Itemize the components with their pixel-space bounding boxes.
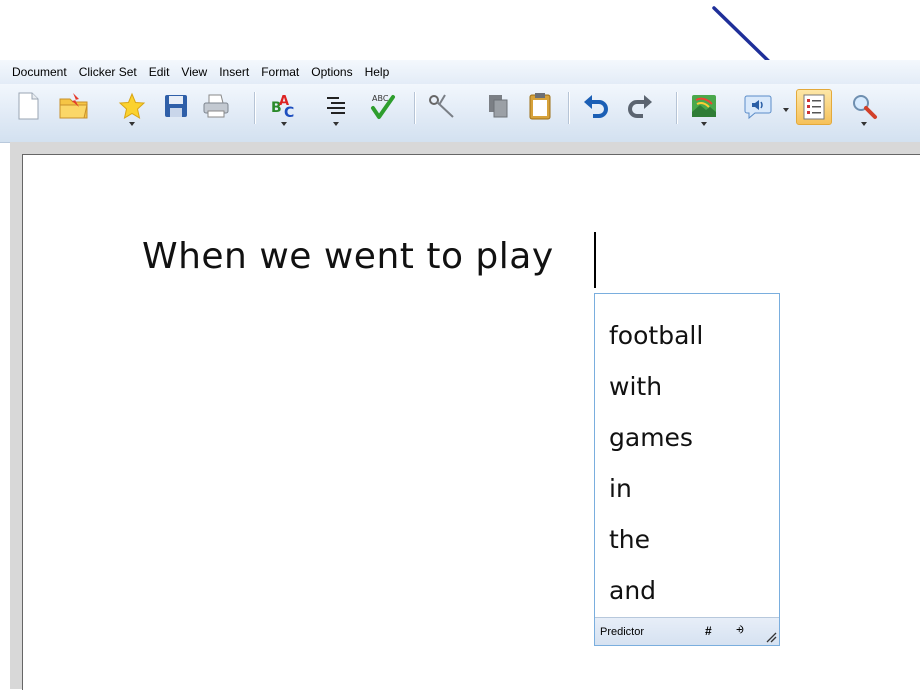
line-spacing-icon (327, 97, 345, 114)
predictor-word-list: football with games in the and (609, 310, 703, 616)
print-button[interactable] (200, 90, 232, 122)
paste-button[interactable] (524, 90, 556, 122)
document-text[interactable]: When we went to play (142, 236, 554, 277)
insert-picture-icon (692, 95, 716, 117)
predictor-word[interactable]: with (609, 361, 703, 412)
predictor-toggle-button[interactable] (796, 89, 832, 125)
svg-text:C: C (284, 105, 294, 121)
spell-check-icon: ABC (371, 94, 395, 119)
speech-dropdown-icon[interactable] (783, 108, 789, 112)
favourites-dropdown-icon[interactable] (129, 122, 135, 126)
speech-button[interactable] (742, 90, 774, 122)
undo-icon (584, 95, 608, 118)
new-document-button[interactable] (12, 90, 44, 122)
favourites-button[interactable] (116, 90, 148, 126)
predictor-word[interactable]: football (609, 310, 703, 361)
copy-icon (489, 95, 508, 118)
predictor-window: football with games in the and Predictor… (594, 293, 780, 646)
line-spacing-button[interactable] (320, 90, 352, 126)
open-button[interactable] (58, 90, 90, 122)
document-page[interactable] (22, 154, 920, 690)
save-button[interactable] (160, 90, 192, 122)
font-style-icon: B A C (271, 94, 294, 121)
menu-insert[interactable]: Insert (213, 65, 255, 79)
predictor-title: Predictor (600, 626, 645, 638)
predictor-toggle-icon (803, 94, 825, 120)
predictor-collapse-button[interactable]: ⨮ (736, 624, 744, 637)
menu-bar: Document Clicker Set Edit View Insert Fo… (0, 60, 920, 84)
open-folder-icon (59, 93, 88, 119)
speech-icon (744, 95, 772, 120)
resize-grip-icon[interactable] (765, 631, 777, 643)
print-icon (203, 94, 229, 118)
cut-button[interactable] (426, 90, 458, 122)
favourites-star-icon (118, 92, 146, 120)
predictor-word[interactable]: games (609, 412, 703, 463)
zoom-icon (853, 95, 877, 119)
predictor-word[interactable]: the (609, 514, 703, 565)
zoom-button[interactable] (848, 90, 880, 126)
cut-icon (429, 94, 454, 118)
save-icon (165, 95, 187, 117)
predictor-numbers-button[interactable]: # (705, 624, 712, 638)
menu-help[interactable]: Help (359, 65, 396, 79)
menu-edit[interactable]: Edit (143, 65, 176, 79)
insert-picture-button[interactable] (688, 90, 720, 126)
copy-button[interactable] (482, 90, 514, 122)
text-caret (594, 232, 596, 288)
menu-format[interactable]: Format (255, 65, 305, 79)
menu-view[interactable]: View (175, 65, 213, 79)
font-style-button[interactable]: B A C (268, 90, 300, 126)
paste-icon (529, 93, 551, 120)
redo-button[interactable] (624, 90, 656, 122)
spell-check-button[interactable]: ABC (366, 90, 398, 122)
redo-icon (628, 95, 652, 118)
predictor-word[interactable]: and (609, 565, 703, 616)
predictor-footer: Predictor # ⨮ (595, 617, 779, 645)
menu-clicker-set[interactable]: Clicker Set (73, 65, 143, 79)
font-style-dropdown-icon[interactable] (281, 122, 287, 126)
menu-document[interactable]: Document (0, 65, 73, 79)
undo-button[interactable] (580, 90, 612, 122)
menu-options[interactable]: Options (305, 65, 358, 79)
toolbar: B A C ABC (0, 84, 920, 143)
line-spacing-dropdown-icon[interactable] (333, 122, 339, 126)
insert-picture-dropdown-icon[interactable] (701, 122, 707, 126)
zoom-dropdown-icon[interactable] (861, 122, 867, 126)
new-document-icon (18, 92, 39, 120)
svg-text:ABC: ABC (372, 94, 389, 103)
predictor-word[interactable]: in (609, 463, 703, 514)
